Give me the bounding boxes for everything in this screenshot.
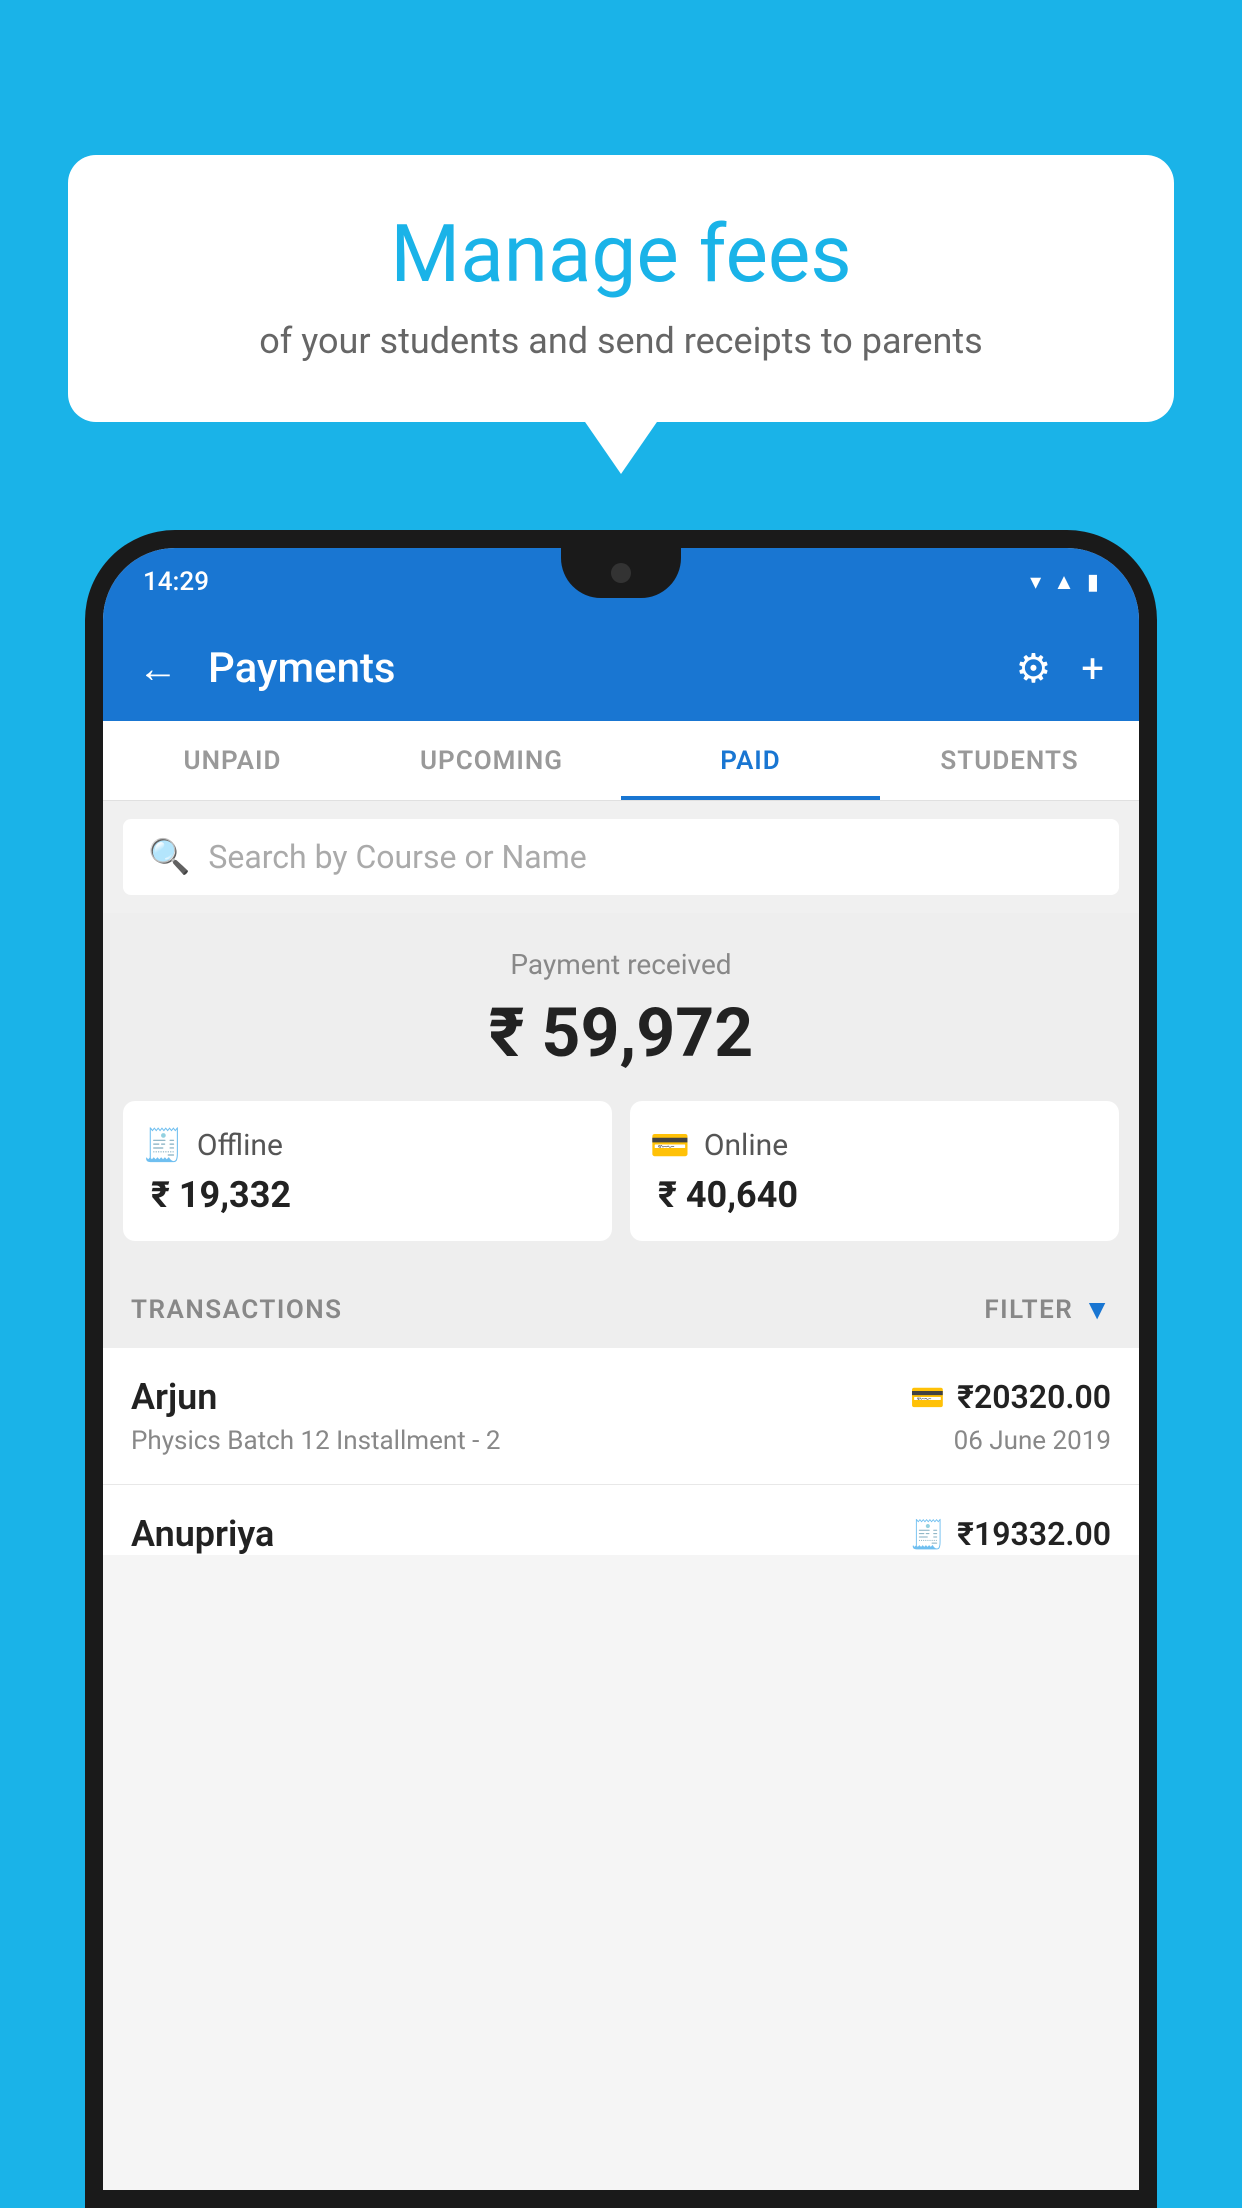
online-card-header: 💳 Online [650,1126,1099,1164]
offline-card: 🧾 Offline ₹ 19,332 [123,1101,612,1241]
phone-outer: 14:29 ▾ ▲ ▮ ← Payments ⚙ + [85,530,1157,2208]
transaction-type-icon-2: 🧾 [910,1518,945,1551]
notch [561,548,681,598]
transaction-top-2: Anupriya 🧾 ₹19332.00 [131,1513,1111,1555]
app-bar-actions: ⚙ + [1015,645,1104,692]
transaction-amount-row-2: 🧾 ₹19332.00 [910,1515,1111,1553]
offline-amount: ₹ 19,332 [143,1174,592,1216]
search-bar[interactable]: 🔍 Search by Course or Name [123,819,1119,895]
status-icons: ▾ ▲ ▮ [1030,569,1099,595]
transaction-type-icon-1: 💳 [910,1381,945,1414]
search-icon: 🔍 [148,837,190,877]
app-bar-title: Payments [208,644,985,693]
camera [611,563,631,583]
settings-icon[interactable]: ⚙ [1015,645,1051,692]
add-icon[interactable]: + [1081,645,1104,692]
offline-card-header: 🧾 Offline [143,1126,592,1164]
online-card: 💳 Online ₹ 40,640 [630,1101,1119,1241]
transaction-name-2: Anupriya [131,1513,274,1555]
payment-cards: 🧾 Offline ₹ 19,332 💳 Online ₹ 40,640 [123,1101,1119,1241]
bubble-subtitle: of your students and send receipts to pa… [128,320,1114,362]
offline-icon: 🧾 [143,1126,183,1164]
transaction-top-1: Arjun 💳 ₹20320.00 [131,1376,1111,1418]
offline-label: Offline [197,1128,283,1163]
transaction-date-1: 06 June 2019 [954,1426,1111,1456]
transaction-amount-row-1: 💳 ₹20320.00 [910,1378,1111,1416]
signal-icon: ▲ [1053,569,1075,595]
wifi-icon: ▾ [1030,570,1041,595]
search-placeholder: Search by Course or Name [208,838,586,876]
tab-paid[interactable]: PAID [621,721,880,800]
transaction-row-anupriya[interactable]: Anupriya 🧾 ₹19332.00 [103,1485,1139,1555]
status-bar: 14:29 ▾ ▲ ▮ [103,548,1139,616]
tab-upcoming[interactable]: UPCOMING [362,721,621,800]
phone-container: 14:29 ▾ ▲ ▮ ← Payments ⚙ + [85,530,1157,2208]
transaction-row-arjun[interactable]: Arjun 💳 ₹20320.00 Physics Batch 12 Insta… [103,1348,1139,1485]
speech-bubble: Manage fees of your students and send re… [68,155,1174,422]
battery-icon: ▮ [1087,570,1099,595]
transaction-name-1: Arjun [131,1376,217,1418]
online-amount: ₹ 40,640 [650,1174,1099,1216]
transaction-amount-2: ₹19332.00 [957,1515,1111,1553]
payment-total: ₹ 59,972 [123,993,1119,1073]
online-icon: 💳 [650,1126,690,1164]
payment-summary: Payment received ₹ 59,972 🧾 Offline ₹ 19… [103,913,1139,1271]
filter-label: FILTER [984,1295,1073,1325]
transaction-course-1: Physics Batch 12 Installment - 2 [131,1426,500,1456]
tabs-bar: UNPAID UPCOMING PAID STUDENTS [103,721,1139,801]
filter-icon: ▼ [1083,1293,1111,1326]
transactions-label: TRANSACTIONS [131,1295,343,1325]
tab-unpaid[interactable]: UNPAID [103,721,362,800]
online-label: Online [704,1128,788,1163]
back-button[interactable]: ← [138,645,178,692]
speech-bubble-container: Manage fees of your students and send re… [68,155,1174,422]
search-container: 🔍 Search by Course or Name [103,801,1139,913]
transaction-amount-1: ₹20320.00 [957,1378,1111,1416]
bubble-title: Manage fees [128,210,1114,298]
phone-screen: 14:29 ▾ ▲ ▮ ← Payments ⚙ + [103,548,1139,2190]
app-bar: ← Payments ⚙ + [103,616,1139,721]
tab-students[interactable]: STUDENTS [880,721,1139,800]
transaction-bottom-1: Physics Batch 12 Installment - 2 06 June… [131,1426,1111,1456]
transactions-header: TRANSACTIONS FILTER ▼ [103,1271,1139,1348]
payment-received-label: Payment received [123,948,1119,981]
filter-button[interactable]: FILTER ▼ [984,1293,1111,1326]
status-time: 14:29 [143,567,209,597]
